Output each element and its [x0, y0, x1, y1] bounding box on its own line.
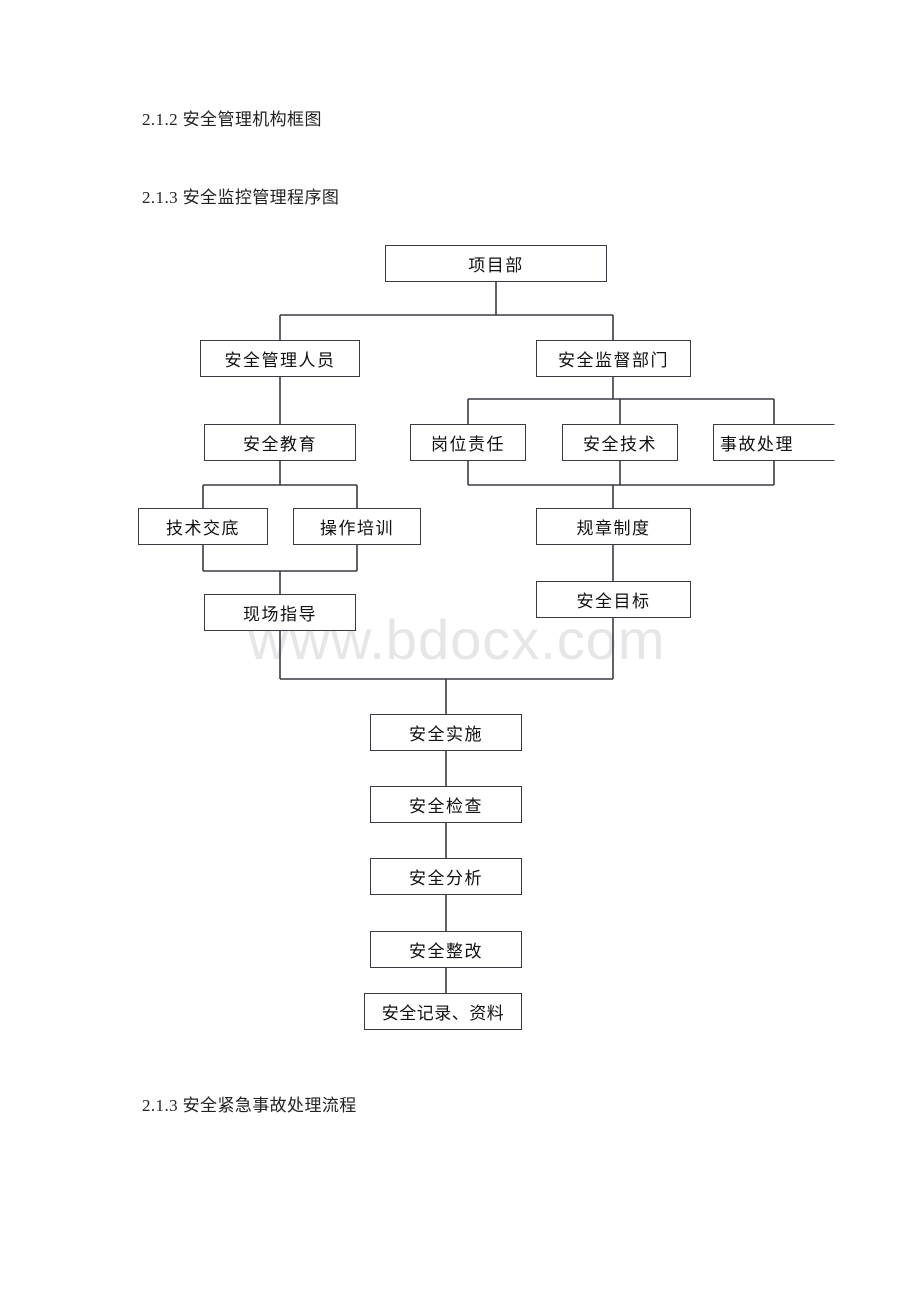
node-safety-analysis[interactable]: 安全分析: [370, 858, 522, 895]
node-safety-goal[interactable]: 安全目标: [536, 581, 691, 618]
node-safety-rectification[interactable]: 安全整改: [370, 931, 522, 968]
node-safety-supervision-department[interactable]: 安全监督部门: [536, 340, 691, 377]
node-rules-and-regulations[interactable]: 规章制度: [536, 508, 691, 545]
node-accident-handling[interactable]: 事故处理: [713, 424, 835, 461]
node-safety-implementation[interactable]: 安全实施: [370, 714, 522, 751]
node-post-responsibility[interactable]: 岗位责任: [410, 424, 526, 461]
flowchart-connector-lines: [202, 282, 775, 993]
node-onsite-guidance[interactable]: 现场指导: [204, 594, 356, 631]
node-safety-management-personnel[interactable]: 安全管理人员: [200, 340, 360, 377]
node-operation-training[interactable]: 操作培训: [293, 508, 421, 545]
node-safety-technology[interactable]: 安全技术: [562, 424, 678, 461]
node-safety-inspection[interactable]: 安全检查: [370, 786, 522, 823]
node-safety-education[interactable]: 安全教育: [204, 424, 356, 461]
node-safety-records-and-materials[interactable]: 安全记录、资料: [364, 993, 522, 1030]
node-technical-disclosure[interactable]: 技术交底: [138, 508, 268, 545]
safety-management-flowchart: 项目部 安全管理人员 安全监督部门 安全教育 岗位责任 安全技术 事故处理 技术…: [0, 0, 920, 1302]
node-project-department[interactable]: 项目部: [385, 245, 607, 282]
